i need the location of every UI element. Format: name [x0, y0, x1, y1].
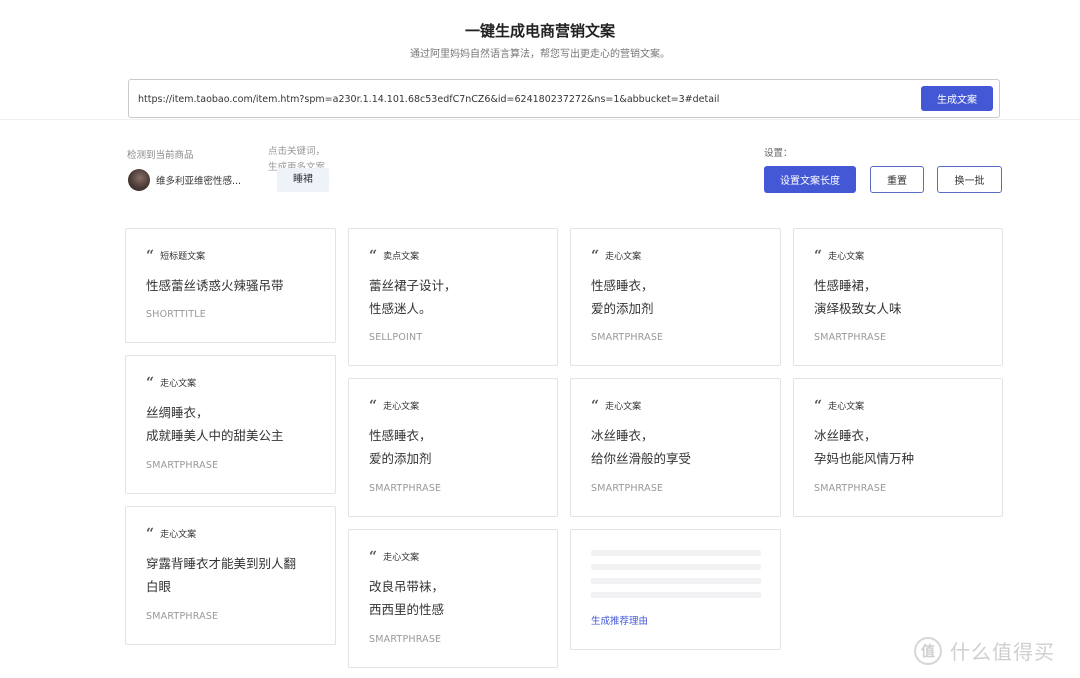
keyword-tag[interactable]: 睡裙 — [277, 168, 329, 192]
generate-reason-link[interactable]: 生成推荐理由 — [591, 613, 648, 627]
card-type: 短标题文案 — [160, 252, 206, 262]
skeleton-line — [591, 592, 761, 598]
detected-product-label: 检测到当前商品 — [127, 150, 194, 161]
card-text: 蕾丝裙子设计， 性感迷人。 — [369, 278, 457, 316]
copy-card[interactable]: “ 走心文案 性感睡衣， 爱的添加剂 SMARTPHRASE — [348, 378, 558, 517]
watermark-text: 什么值得买 — [950, 640, 1055, 664]
set-length-button[interactable]: 设置文案长度 — [764, 166, 856, 193]
watermark-logo: 值 — [914, 636, 942, 665]
quote-icon: “ — [369, 247, 378, 264]
card-text: 穿露背睡衣才能美到别人翻 白眼 — [146, 556, 297, 594]
card-text: 性感蕾丝诱惑火辣骚吊带 — [146, 278, 284, 293]
card-text: 冰丝睡衣， 孕妈也能风情万种 — [814, 428, 915, 466]
card-text: 冰丝睡衣， 给你丝滑般的享受 — [591, 428, 692, 466]
copy-card[interactable]: “ 走心文案 性感睡衣， 爱的添加剂 SMARTPHRASE — [570, 228, 781, 366]
quote-icon: “ — [369, 548, 378, 565]
url-input-box: 生成文案 — [128, 79, 1000, 118]
quote-icon: “ — [146, 247, 155, 264]
skeleton-line — [591, 550, 761, 556]
copy-card[interactable]: “ 卖点文案 蕾丝裙子设计， 性感迷人。 SELLPOINT — [348, 228, 558, 366]
quote-icon: “ — [814, 247, 823, 264]
copy-card[interactable]: “ 短标题文案 性感蕾丝诱惑火辣骚吊带 SHORTTITLE — [125, 228, 336, 343]
refresh-batch-button[interactable]: 换一批 — [937, 166, 1002, 193]
copy-card[interactable]: “ 走心文案 冰丝睡衣， 给你丝滑般的享受 SMARTPHRASE — [570, 378, 781, 517]
loading-card: 生成推荐理由 — [570, 529, 781, 650]
card-type: 走心文案 — [828, 252, 865, 262]
card-text: 丝绸睡衣， 成就睡美人中的甜美公主 — [146, 405, 284, 443]
card-tag: SMARTPHRASE — [591, 483, 664, 494]
card-type: 走心文案 — [160, 379, 197, 389]
quote-icon: “ — [146, 374, 155, 391]
page-title: 一键生成电商营销文案 — [464, 22, 615, 40]
page-subtitle: 通过阿里妈妈自然语言算法，帮您写出更走心的营销文案。 — [410, 49, 670, 60]
card-type: 走心文案 — [605, 402, 642, 412]
detected-product[interactable]: 维多利亚维密性感... — [128, 169, 241, 191]
card-text: 性感睡衣， 爱的添加剂 — [369, 428, 432, 466]
card-tag: SMARTPHRASE — [369, 634, 442, 645]
card-tag: SHORTTITLE — [146, 309, 206, 320]
generate-copy-button[interactable]: 生成文案 — [921, 86, 993, 111]
card-tag: SELLPOINT — [369, 332, 423, 343]
copy-card[interactable]: “ 走心文案 性感睡裙， 演绎极致女人味 SMARTPHRASE — [793, 228, 1003, 366]
card-type: 走心文案 — [605, 252, 642, 262]
card-type: 走心文案 — [383, 402, 420, 412]
quote-icon: “ — [591, 397, 600, 414]
card-tag: SMARTPHRASE — [369, 483, 442, 494]
card-tag: SMARTPHRASE — [146, 611, 219, 622]
product-thumbnail — [128, 169, 150, 191]
card-tag: SMARTPHRASE — [146, 460, 219, 471]
quote-icon: “ — [814, 397, 823, 414]
card-text: 性感睡裙， 演绎极致女人味 — [814, 278, 902, 316]
card-type: 走心文案 — [383, 553, 420, 563]
copy-card[interactable]: “ 走心文案 穿露背睡衣才能美到别人翻 白眼 SMARTPHRASE — [125, 506, 336, 645]
card-type: 走心文案 — [828, 402, 865, 412]
card-tag: SMARTPHRASE — [814, 332, 887, 343]
quote-icon: “ — [369, 397, 378, 414]
skeleton-line — [591, 564, 761, 570]
reset-button[interactable]: 重置 — [870, 166, 924, 193]
card-text: 性感睡衣， 爱的添加剂 — [591, 278, 654, 316]
copy-card[interactable]: “ 走心文案 改良吊带袜， 西西里的性感 SMARTPHRASE — [348, 529, 558, 668]
card-tag: SMARTPHRASE — [814, 483, 887, 494]
copy-card[interactable]: “ 走心文案 丝绸睡衣， 成就睡美人中的甜美公主 SMARTPHRASE — [125, 355, 336, 494]
url-input[interactable] — [138, 88, 908, 110]
quote-icon: “ — [591, 247, 600, 264]
skeleton-line — [591, 578, 761, 584]
settings-label: 设置： — [764, 148, 793, 159]
card-type: 卖点文案 — [383, 252, 420, 262]
product-name: 维多利亚维密性感... — [156, 176, 242, 187]
card-tag: SMARTPHRASE — [591, 332, 664, 343]
card-type: 走心文案 — [160, 530, 197, 540]
copy-card[interactable]: “ 走心文案 冰丝睡衣， 孕妈也能风情万种 SMARTPHRASE — [793, 378, 1003, 517]
card-text: 改良吊带袜， 西西里的性感 — [369, 579, 445, 617]
header-divider — [0, 119, 1080, 120]
watermark: 值 什么值得买 — [914, 636, 1055, 665]
quote-icon: “ — [146, 525, 155, 542]
